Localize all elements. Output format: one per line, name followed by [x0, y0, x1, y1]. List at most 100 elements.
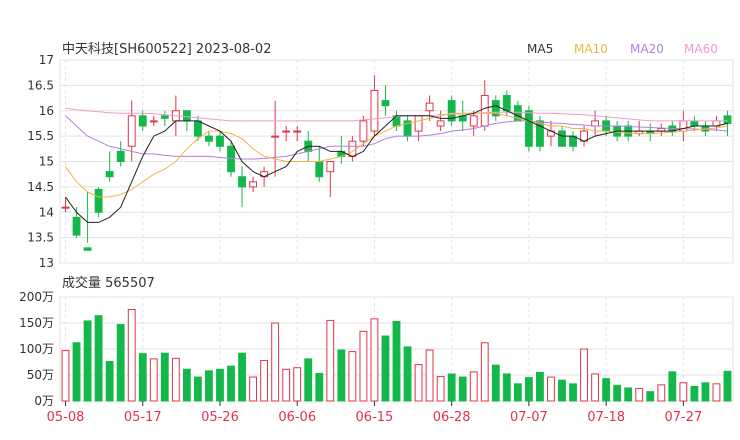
candle	[414, 115, 423, 142]
candle	[293, 125, 302, 142]
candle	[149, 115, 158, 126]
volume-bar	[591, 373, 600, 402]
candle	[469, 110, 478, 137]
volume-bar	[668, 371, 677, 402]
candle	[679, 110, 688, 142]
candle-body	[238, 176, 246, 188]
legend-ma60: MA60	[684, 42, 718, 56]
volume-bar	[260, 359, 269, 402]
candle	[569, 131, 577, 152]
candle-body	[293, 130, 302, 133]
candle	[646, 123, 655, 142]
volume-bar	[337, 349, 346, 402]
candle	[425, 95, 434, 121]
date-tick-label: 05-26	[201, 410, 239, 425]
candle-body	[160, 115, 169, 119]
candle	[403, 115, 412, 142]
volume-bar	[359, 330, 368, 402]
volume-bar	[370, 318, 379, 402]
candle-body	[381, 100, 390, 107]
candle-body	[425, 102, 434, 112]
candle-body	[138, 115, 147, 127]
candle	[83, 191, 92, 251]
candle-body	[205, 135, 213, 142]
volume-tick-label: 100万	[19, 342, 54, 356]
candle-body	[216, 135, 224, 147]
candle	[205, 131, 213, 147]
stock-chart: 中天科技[SH600522] 2023-08-02 MA5 MA10 MA20 …	[19, 42, 734, 425]
volume-bar	[414, 364, 423, 402]
candle-body	[116, 150, 125, 163]
volume-bar	[558, 379, 566, 402]
price-tick-label: 17	[39, 53, 54, 67]
legend: MA5 MA10 MA20 MA60	[527, 42, 718, 56]
price-tick-label: 15	[39, 155, 54, 169]
candle-body	[72, 216, 81, 236]
volume-bar	[182, 368, 191, 402]
volume-bar	[712, 383, 721, 402]
price-tick-label: 14	[39, 205, 54, 219]
price-tick-label: 13.5	[27, 231, 54, 245]
price-tick-label: 15.5	[27, 129, 54, 143]
volume-bar	[171, 357, 180, 402]
candle	[116, 141, 125, 167]
candle-body	[127, 115, 136, 147]
volume-bar	[381, 335, 390, 402]
price-tick-label: 16.5	[27, 78, 54, 92]
price-tick-label: 16	[39, 104, 54, 118]
candle-body	[436, 120, 445, 127]
volume-bar	[536, 371, 544, 402]
volume-bar	[469, 371, 478, 402]
date-tick-label: 07-07	[510, 410, 548, 425]
candle-body	[348, 140, 357, 157]
candle	[216, 131, 224, 152]
volume-bar	[227, 365, 235, 402]
volume-bar	[116, 324, 125, 402]
candle	[436, 110, 445, 132]
volume-bar	[238, 352, 246, 402]
candle	[392, 110, 401, 132]
volume-bar	[149, 358, 158, 402]
volume-bar	[348, 351, 357, 402]
volume-bar	[127, 308, 136, 402]
candle-body	[326, 161, 335, 173]
candle	[712, 115, 721, 132]
volume-bar	[315, 372, 324, 402]
candle	[370, 75, 379, 137]
volume-tick-label: 0万	[34, 394, 54, 408]
candle-body	[149, 120, 158, 123]
volume-bar	[502, 373, 511, 402]
legend-ma5: MA5	[527, 42, 553, 56]
volume-bar	[193, 376, 202, 402]
date-tick-label: 05-08	[47, 410, 85, 425]
date-tick-label: 06-15	[356, 410, 394, 425]
volume-bar	[105, 360, 114, 402]
volume-bar	[205, 370, 213, 402]
volume-bar	[216, 368, 224, 402]
candle-body	[591, 120, 600, 127]
volume-bar	[392, 320, 401, 402]
volume-bar	[602, 378, 611, 402]
volume-bar	[83, 320, 92, 402]
date-tick-label: 07-27	[664, 410, 702, 425]
volume-bar	[293, 367, 302, 402]
candle-body	[359, 120, 368, 142]
candle	[94, 186, 103, 218]
price-tick-label: 14.5	[27, 180, 54, 194]
volume-tick-label: 50万	[27, 368, 54, 382]
date-x-axis: 05-08 05-17 05-26 06-06 06-15 06-28 07-07 07-18…	[47, 401, 702, 425]
volume-bar	[436, 376, 445, 402]
volume-bar	[160, 352, 169, 402]
candle-body	[271, 135, 280, 138]
volume-bar	[657, 384, 666, 402]
volume-bar	[513, 383, 522, 402]
date-tick-label: 07-18	[587, 410, 625, 425]
candle	[591, 110, 600, 137]
volume-bar	[94, 315, 103, 402]
volume-bar	[569, 383, 577, 402]
candle	[447, 95, 456, 126]
candle	[105, 151, 114, 182]
volume-bar	[282, 368, 291, 402]
candle	[491, 95, 500, 121]
candle-body	[282, 130, 291, 133]
